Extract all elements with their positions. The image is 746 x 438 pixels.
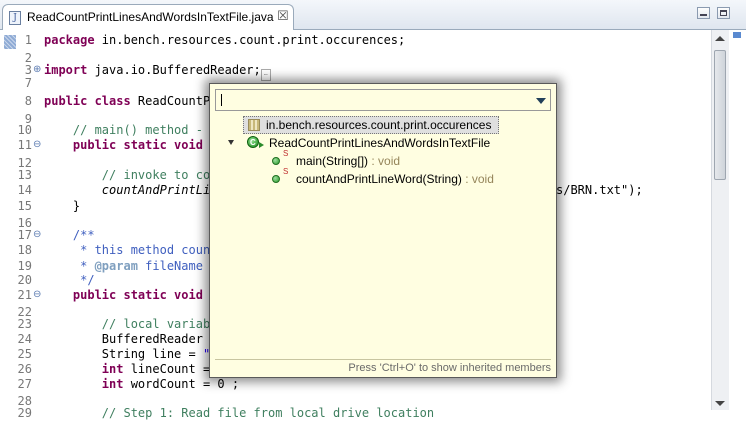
outline-method-item[interactable]: S countAndPrintLineWord(String) : void xyxy=(272,167,552,188)
package-icon xyxy=(248,119,260,131)
keyword: int xyxy=(44,377,124,391)
code-text: lineCount = xyxy=(123,362,211,376)
keyword: package xyxy=(44,33,95,47)
close-tab-icon[interactable]: ☒ xyxy=(277,9,289,24)
view-menu-dropdown-icon[interactable] xyxy=(536,98,546,104)
class-icon xyxy=(247,134,259,152)
collapse-fold-icon[interactable]: ⊖ xyxy=(33,290,41,300)
outline-package-item[interactable]: in.bench.resources.count.print.occurence… xyxy=(243,116,499,134)
overview-ruler[interactable] xyxy=(730,30,746,410)
line-number: 21 xyxy=(17,288,32,302)
scroll-up-arrow-icon[interactable] xyxy=(715,36,725,41)
scrollbar-thumb[interactable] xyxy=(714,50,726,180)
overview-marker[interactable] xyxy=(733,32,741,38)
status-hint: Press 'Ctrl+O' to show inherited members xyxy=(215,359,551,374)
editor-tab-bar: J ReadCountPrintLinesAndWordsInTextFile.… xyxy=(0,0,746,30)
code-line: 29 // Step 1: Read file from local drive… xyxy=(0,404,712,422)
line-number: 15 xyxy=(17,199,32,213)
keyword: public static void xyxy=(44,138,203,152)
public-method-icon xyxy=(272,175,280,183)
method-return-type: : void xyxy=(368,154,401,168)
tab-title[interactable]: ReadCountPrintLinesAndWordsInTextFile.ja… xyxy=(27,10,274,24)
expand-triangle-icon[interactable] xyxy=(228,140,234,145)
code-text: String line = xyxy=(44,347,203,361)
runnable-overlay-icon xyxy=(259,142,264,148)
line-number: 11 xyxy=(17,138,32,152)
outline-method-item[interactable]: S main(String[]) : void xyxy=(272,149,552,170)
package-name: in.bench.resources.count.print.occurence… xyxy=(266,118,492,132)
public-method-icon xyxy=(272,157,280,165)
code-text: } xyxy=(44,199,81,213)
scroll-down-arrow-icon[interactable] xyxy=(715,401,725,406)
class-name: ReadCountPrintLinesAndWordsInTextFile xyxy=(269,136,491,150)
line-number: 29 xyxy=(17,406,32,420)
line-number: 7 xyxy=(24,76,32,90)
keyword: int xyxy=(44,362,124,376)
code-text: wordCount = 0 ; xyxy=(123,377,240,391)
quick-outline-popup: in.bench.resources.count.print.occurence… xyxy=(209,83,557,378)
method-return-type: : void xyxy=(461,172,494,186)
line-number: 1 xyxy=(24,33,32,47)
maximize-button[interactable] xyxy=(717,7,730,19)
code-line: 1 package in.bench.resources.count.print… xyxy=(0,31,712,49)
keyword: public static void xyxy=(44,288,203,302)
method-name: main(String[]) xyxy=(296,154,369,168)
comment: // Step 1: Read file from local drive lo… xyxy=(44,406,435,420)
collapse-fold-icon[interactable]: ⊖ xyxy=(33,230,41,240)
static-marker: S xyxy=(283,149,289,158)
keyword: public class xyxy=(44,94,131,108)
line-number: 27 xyxy=(17,377,32,391)
text-caret xyxy=(221,94,222,106)
code-text: in.bench.resources.count.print.occurence… xyxy=(94,33,406,47)
outline-class-item[interactable]: ReadCountPrintLinesAndWordsInTextFile xyxy=(228,134,548,152)
editor-tab[interactable]: J ReadCountPrintLinesAndWordsInTextFile.… xyxy=(2,4,294,30)
minimize-button[interactable] xyxy=(697,7,710,19)
java-file-icon: J xyxy=(9,11,21,25)
outline-filter-input[interactable] xyxy=(215,89,551,111)
method-name: countAndPrintLineWord(String) xyxy=(296,172,462,186)
static-marker: S xyxy=(283,167,289,176)
line-number: 8 xyxy=(24,94,32,108)
collapse-fold-icon[interactable]: ⊖ xyxy=(33,140,41,150)
vertical-scrollbar[interactable] xyxy=(711,30,729,410)
